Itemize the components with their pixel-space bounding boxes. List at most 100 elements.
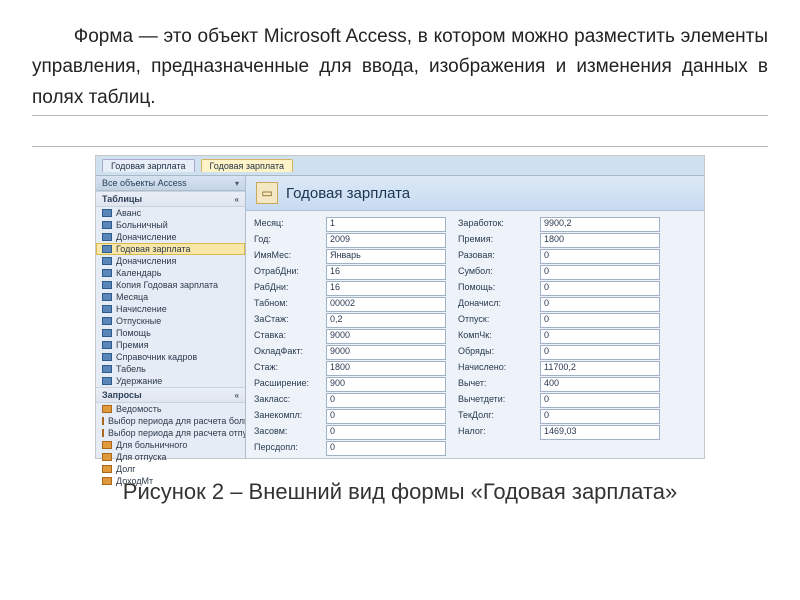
nav-item-label: Для больничного bbox=[116, 440, 187, 450]
field-value[interactable]: 9000 bbox=[326, 329, 446, 344]
field-label: Доначисл: bbox=[458, 297, 528, 312]
field-value[interactable]: 400 bbox=[540, 377, 660, 392]
field-value[interactable]: 00002 bbox=[326, 297, 446, 312]
field-value[interactable]: 1469,03 bbox=[540, 425, 660, 440]
access-screenshot: Годовая зарплата Годовая зарплата Все об… bbox=[95, 155, 705, 459]
field-value[interactable]: 0 bbox=[326, 441, 446, 456]
field-label: Премия: bbox=[458, 233, 528, 248]
nav-section-queries[interactable]: Запросы « bbox=[96, 387, 245, 403]
tab-table[interactable]: Годовая зарплата bbox=[102, 159, 195, 172]
nav-item-label: Годовая зарплата bbox=[116, 244, 191, 254]
nav-table-item[interactable]: Аванс bbox=[96, 207, 245, 219]
nav-header[interactable]: Все объекты Access ▾ bbox=[96, 176, 245, 191]
definition-paragraph: Форма — это объект Microsoft Access, в к… bbox=[0, 0, 800, 113]
nav-item-label: Ведомость bbox=[116, 404, 162, 414]
tab-form[interactable]: Годовая зарплата bbox=[201, 159, 294, 172]
field-value[interactable]: 16 bbox=[326, 281, 446, 296]
tables-list: АвансБольничныйДоначисление Годовая зарпл… bbox=[96, 207, 245, 387]
nav-section-tables[interactable]: Таблицы « bbox=[96, 191, 245, 207]
nav-item-label: Премия bbox=[116, 340, 149, 350]
table-icon bbox=[102, 341, 112, 349]
field-label: Табном: bbox=[254, 297, 314, 312]
field-label: ОтрабДни: bbox=[254, 265, 314, 280]
field-label: Заработок: bbox=[458, 217, 528, 232]
field-value[interactable]: 0 bbox=[540, 297, 660, 312]
nav-item-label: Справочник кадров bbox=[116, 352, 197, 362]
nav-table-item[interactable]: Больничный bbox=[96, 219, 245, 231]
field-value[interactable]: 0 bbox=[540, 329, 660, 344]
nav-query-item[interactable]: Для больничного bbox=[96, 439, 245, 451]
field-label: ЗаСтаж: bbox=[254, 313, 314, 328]
table-icon bbox=[102, 257, 112, 265]
nav-table-item[interactable]: Календарь bbox=[96, 267, 245, 279]
nav-query-item[interactable]: Выбор периода для расчета больн... bbox=[96, 415, 245, 427]
field-label: Расширение: bbox=[254, 377, 314, 392]
field-value[interactable]: 0 bbox=[326, 409, 446, 424]
field-label bbox=[458, 441, 528, 456]
nav-table-item[interactable]: Годовая зарплата bbox=[96, 243, 245, 255]
nav-table-item[interactable]: Копия Годовая зарплата bbox=[96, 279, 245, 291]
nav-table-item[interactable]: Удержание bbox=[96, 375, 245, 387]
query-icon bbox=[102, 477, 112, 485]
field-label: ИмяМес: bbox=[254, 249, 314, 264]
definition-text: Форма — это объект Microsoft Access, в к… bbox=[32, 26, 768, 108]
field-value[interactable]: 0 bbox=[326, 393, 446, 408]
horizontal-rule bbox=[32, 115, 768, 116]
nav-query-item[interactable]: Ведомость bbox=[96, 403, 245, 415]
collapse-icon: « bbox=[235, 195, 239, 204]
field-value[interactable]: 0 bbox=[540, 265, 660, 280]
table-icon bbox=[102, 377, 112, 385]
nav-query-item[interactable]: Долг bbox=[96, 463, 245, 475]
field-value[interactable]: 900 bbox=[326, 377, 446, 392]
field-value[interactable]: 1800 bbox=[540, 233, 660, 248]
nav-query-item[interactable]: Выбор периода для расчета отпуска bbox=[96, 427, 245, 439]
field-value[interactable]: 0 bbox=[326, 425, 446, 440]
nav-table-item[interactable]: Доначисление bbox=[96, 231, 245, 243]
nav-item-label: Помощь bbox=[116, 328, 151, 338]
chevron-down-icon: ▾ bbox=[235, 179, 239, 188]
field-value[interactable]: 16 bbox=[326, 265, 446, 280]
nav-table-item[interactable]: Справочник кадров bbox=[96, 351, 245, 363]
nav-item-label: Месяца bbox=[116, 292, 148, 302]
table-icon bbox=[102, 353, 112, 361]
query-icon bbox=[102, 405, 112, 413]
field-value[interactable]: 9000 bbox=[326, 345, 446, 360]
field-label: Закласс: bbox=[254, 393, 314, 408]
nav-item-label: Аванс bbox=[116, 208, 141, 218]
nav-item-label: Удержание bbox=[116, 376, 162, 386]
nav-query-item[interactable]: Для отпуска bbox=[96, 451, 245, 463]
collapse-icon: « bbox=[235, 391, 239, 400]
field-value[interactable]: 0 bbox=[540, 313, 660, 328]
table-icon bbox=[102, 293, 112, 301]
nav-item-label: Табель bbox=[116, 364, 146, 374]
field-value[interactable]: Январь bbox=[326, 249, 446, 264]
field-value[interactable]: 1800 bbox=[326, 361, 446, 376]
nav-table-item[interactable]: Отпускные bbox=[96, 315, 245, 327]
form-title-bar: ▭ Годовая зарплата bbox=[246, 176, 704, 211]
field-value[interactable]: 0 bbox=[540, 393, 660, 408]
nav-item-label: Для отпуска bbox=[116, 452, 167, 462]
field-value[interactable]: 2009 bbox=[326, 233, 446, 248]
nav-table-item[interactable]: Месяца bbox=[96, 291, 245, 303]
field-value[interactable]: 0 bbox=[540, 409, 660, 424]
nav-table-item[interactable]: Помощь bbox=[96, 327, 245, 339]
field-label: Ставка: bbox=[254, 329, 314, 344]
field-label: Отпуск: bbox=[458, 313, 528, 328]
nav-table-item[interactable]: Премия bbox=[96, 339, 245, 351]
table-icon bbox=[102, 269, 112, 277]
field-value[interactable]: 9900,2 bbox=[540, 217, 660, 232]
nav-item-label: Начисление bbox=[116, 304, 167, 314]
form-icon: ▭ bbox=[256, 182, 278, 204]
field-value[interactable]: 0 bbox=[540, 281, 660, 296]
nav-table-item[interactable]: Доначисления bbox=[96, 255, 245, 267]
nav-table-item[interactable]: Табель bbox=[96, 363, 245, 375]
nav-table-item[interactable]: Начисление bbox=[96, 303, 245, 315]
field-value[interactable]: 0 bbox=[540, 345, 660, 360]
nav-item-label: Доначисление bbox=[116, 232, 176, 242]
field-value[interactable]: 11700,2 bbox=[540, 361, 660, 376]
field-label: Обряды: bbox=[458, 345, 528, 360]
field-value[interactable]: 0 bbox=[540, 249, 660, 264]
field-label: ТекДолг: bbox=[458, 409, 528, 424]
field-value[interactable]: 0,2 bbox=[326, 313, 446, 328]
field-value[interactable]: 1 bbox=[326, 217, 446, 232]
